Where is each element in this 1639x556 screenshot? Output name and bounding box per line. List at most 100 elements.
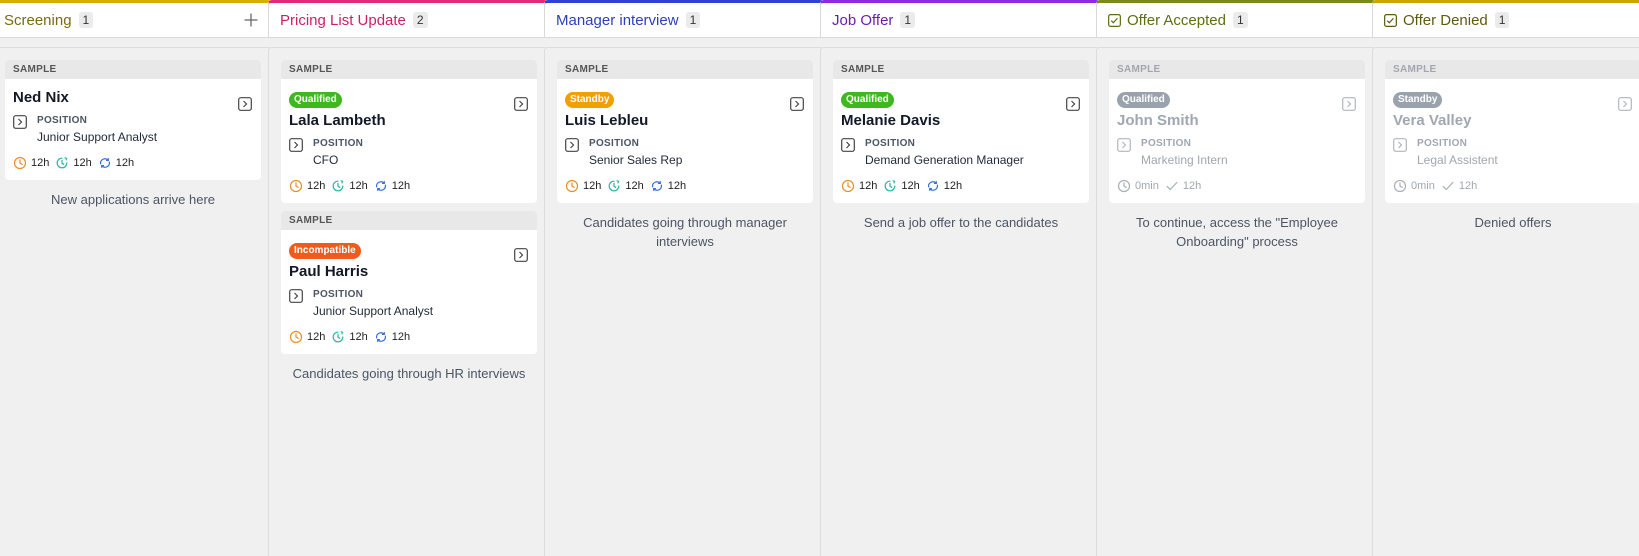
metric-value: 0min — [1135, 180, 1159, 192]
clock-icon — [1393, 179, 1411, 193]
metric-value: 12h — [859, 180, 878, 192]
column-count-badge: 1 — [1232, 12, 1248, 28]
sample-label: SAMPLE — [5, 60, 261, 79]
metric-item: 12h — [1165, 179, 1201, 193]
position-field: POSITION CFO — [289, 138, 529, 169]
metric-value: 12h — [391, 331, 411, 343]
candidate-card[interactable]: SAMPLE Qualified John Smith POSITION Marketi… — [1109, 60, 1365, 203]
column-body: SAMPLE Standby Luis Lebleu POSITION Senior S… — [544, 47, 824, 556]
metric-item: 12h — [650, 179, 686, 193]
checkbox-icon — [1108, 13, 1121, 27]
card-metrics: 12h 12h 12h — [565, 179, 805, 193]
sync-icon — [650, 179, 668, 193]
candidate-card[interactable]: SAMPLE Standby Vera Valley POSITION Legal As… — [1385, 60, 1639, 203]
column-description: Denied offers — [1474, 215, 1552, 230]
position-field: POSITION Senior Sales Rep — [565, 138, 805, 169]
sample-label: SAMPLE — [557, 60, 813, 79]
sample-label: SAMPLE — [281, 211, 537, 230]
candidate-name: Paul Harris — [289, 263, 369, 280]
status-badge: Qualified — [1117, 92, 1170, 108]
sample-label: SAMPLE — [1109, 60, 1365, 79]
column-description: Candidates going through manager intervi… — [583, 215, 787, 249]
metric-value: 12h — [1182, 180, 1202, 192]
candidate-card[interactable]: SAMPLE Ned Nix POSITION Junior Support Anal… — [5, 60, 261, 180]
metric-item: 12h — [374, 179, 410, 193]
candidate-card[interactable]: SAMPLE Qualified Lala Lambeth POSITION CFO 12… — [281, 60, 537, 203]
metric-item: 12h — [565, 179, 601, 193]
status-badge: Qualified — [841, 92, 894, 108]
metric-item: 12h — [374, 330, 410, 344]
field-arrow-icon — [289, 138, 303, 152]
open-card-icon[interactable] — [514, 248, 528, 262]
metric-item: 12h — [331, 179, 368, 193]
metric-value: 12h — [943, 180, 963, 192]
column-count-badge: 1 — [685, 12, 701, 28]
position-value: Demand Generation Manager — [865, 153, 1024, 167]
timer-icon — [331, 179, 349, 193]
column-body: SAMPLE Standby Vera Valley POSITION Legal As… — [1372, 47, 1639, 556]
column-title: Manager interview — [556, 11, 679, 29]
sample-label: SAMPLE — [281, 60, 537, 79]
metric-item: 12h — [289, 179, 325, 193]
position-field: POSITION Legal Assistent — [1393, 138, 1633, 169]
card-list: SAMPLE Standby Vera Valley POSITION Legal As… — [1385, 60, 1639, 232]
metric-value: 12h — [625, 180, 644, 192]
candidate-card[interactable]: SAMPLE Incompatible Paul Harris POSITION Jun… — [281, 211, 537, 354]
check-icon — [1441, 179, 1459, 193]
metric-item: 12h — [607, 179, 644, 193]
metric-item: 12h — [883, 179, 920, 193]
column-header[interactable]: Manager interview 1 — [544, 0, 824, 38]
metric-item: 0min — [1393, 179, 1435, 193]
field-arrow-icon — [13, 115, 27, 129]
card-list: SAMPLE Qualified John Smith POSITION Marketi… — [1109, 60, 1365, 251]
position-label: POSITION — [313, 289, 364, 300]
status-badge: Standby — [1393, 92, 1443, 108]
open-card-icon[interactable] — [1618, 97, 1632, 111]
column-header[interactable]: Job Offer 1 — [820, 0, 1100, 38]
card-metrics: 12h 12h 12h — [841, 179, 1081, 193]
clock-icon — [289, 330, 307, 344]
position-value: Senior Sales Rep — [589, 153, 683, 167]
column-header[interactable]: Offer Accepted 1 — [1096, 0, 1376, 38]
candidate-card[interactable]: SAMPLE Standby Luis Lebleu POSITION Senior S… — [557, 60, 813, 203]
column-title: Offer Accepted — [1127, 11, 1226, 29]
column-header[interactable]: Pricing List Update 2 — [268, 0, 548, 38]
candidate-card[interactable]: SAMPLE Qualified Melanie Davis POSITION Dema… — [833, 60, 1089, 203]
column-title: Offer Denied — [1403, 11, 1488, 29]
position-label: POSITION — [1417, 138, 1468, 149]
clock-icon — [13, 156, 31, 170]
column-body: SAMPLE Ned Nix POSITION Junior Support Anal… — [0, 47, 272, 556]
clock-icon — [565, 179, 583, 193]
position-field: POSITION Marketing Intern — [1117, 138, 1357, 169]
timer-icon — [607, 179, 625, 193]
open-card-icon[interactable] — [790, 97, 804, 111]
column-count-badge: 1 — [900, 12, 916, 28]
column-header[interactable]: Screening 1 — [0, 0, 272, 38]
card-metrics: 12h 12h 12h — [289, 330, 529, 344]
open-card-icon[interactable] — [1342, 97, 1356, 111]
position-field: POSITION Junior Support Analyst — [289, 289, 529, 320]
position-value: CFO — [313, 153, 339, 167]
sync-icon — [374, 330, 392, 344]
clock-icon — [841, 179, 859, 193]
open-card-icon[interactable] — [238, 97, 252, 111]
metric-item: 12h — [841, 179, 877, 193]
metric-value: 0min — [1411, 180, 1435, 192]
metric-value: 12h — [1458, 180, 1478, 192]
column-description: New applications arrive here — [50, 192, 216, 207]
card-content: Standby Luis Lebleu POSITION Senior Sales R… — [557, 79, 813, 203]
open-card-icon[interactable] — [1066, 97, 1080, 111]
timer-icon — [883, 179, 901, 193]
open-card-icon[interactable] — [514, 97, 528, 111]
add-card-icon[interactable] — [243, 12, 259, 28]
column-count-badge: 1 — [78, 12, 94, 28]
column-header[interactable]: Offer Denied 1 — [1372, 0, 1639, 38]
card-list: SAMPLE Standby Luis Lebleu POSITION Senior S… — [557, 60, 813, 251]
metric-value: 12h — [391, 180, 411, 192]
column-body: SAMPLE Qualified John Smith POSITION Marketi… — [1096, 47, 1376, 556]
card-content: Qualified John Smith POSITION Marketing Int… — [1109, 79, 1365, 203]
kanban-column: Screening 1 SAMPLE Ned Nix POSITION Junior Su… — [0, 0, 272, 556]
column-count-badge: 2 — [412, 12, 428, 28]
field-arrow-icon — [841, 138, 855, 152]
sync-icon — [926, 179, 944, 193]
